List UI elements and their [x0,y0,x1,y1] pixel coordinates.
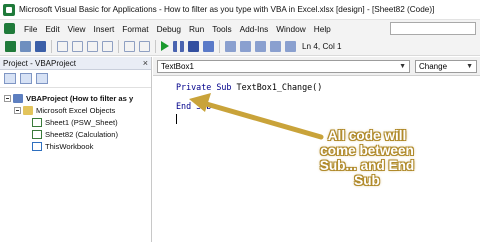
procedure-dropdown[interactable]: Change ▼ [415,59,477,73]
menu-insert[interactable]: Insert [90,24,119,34]
code-editor[interactable]: Private Sub TextBox1_Change() End Sub [153,76,480,242]
keyword-sub: Sub [216,82,232,92]
tree-node-label: Sheet82 (Calculation) [45,129,119,139]
undo-icon[interactable] [124,40,135,52]
run-icon[interactable] [161,41,169,51]
project-explorer-pane: Project - VBAProject × VBAProject (How t… [0,57,152,242]
copy-icon[interactable] [72,40,83,52]
tree-node-thisworkbook[interactable]: ThisWorkbook [0,140,151,152]
menu-view[interactable]: View [64,24,90,34]
code-line-1: Private Sub TextBox1_Change() [176,82,480,93]
project-tree: VBAProject (How to filter as y Microsoft… [0,88,151,152]
toolbar-separator [118,39,119,53]
menu-debug[interactable]: Debug [153,24,185,34]
menu-edit[interactable]: Edit [41,24,63,34]
menu-format[interactable]: Format [118,24,152,34]
collapse-icon[interactable] [4,94,11,102]
tree-node-sheet82[interactable]: Sheet82 (Calculation) [0,128,151,140]
chevron-down-icon[interactable]: ▼ [399,63,406,70]
tree-node-folder[interactable]: Microsoft Excel Objects [0,104,151,116]
menu-help[interactable]: Help [310,24,335,34]
properties-window-icon[interactable] [240,40,251,52]
collapse-icon[interactable] [14,106,21,114]
redo-icon[interactable] [139,40,150,52]
folder-icon [23,105,33,115]
toolbox-icon[interactable] [270,40,281,52]
workbook-icon [32,141,42,151]
toggle-folders-icon[interactable] [36,73,48,84]
break-icon[interactable] [173,40,184,52]
paste-icon[interactable] [87,40,98,52]
help-search-input[interactable] [390,22,476,35]
tree-node-label: VBAProject (How to filter as y [26,93,134,103]
menu-file[interactable]: File [20,24,41,34]
standard-toolbar: Ln 4, Col 1 [0,37,480,56]
view-excel-icon[interactable] [5,40,16,52]
reset-icon[interactable] [188,40,199,52]
text-caret [176,114,177,124]
close-icon[interactable]: × [143,58,148,68]
tree-node-label: Sheet1 (PSW_Sheet) [45,117,118,127]
tree-node-project[interactable]: VBAProject (How to filter as y [0,92,151,104]
procedure-dropdown-value: Change [419,61,448,71]
project-pane-title: Project - VBAProject [3,58,76,68]
excel-app-icon [3,3,15,16]
keyword-private: Private [176,82,212,92]
tree-node-label: ThisWorkbook [45,141,94,151]
menu-run[interactable]: Run [185,24,208,34]
menu-tools[interactable]: Tools [208,24,235,34]
view-object-icon[interactable] [20,73,32,84]
code-line-2: End Sub [176,101,480,112]
chevron-down-icon[interactable]: ▼ [466,63,473,70]
tree-node-sheet1[interactable]: Sheet1 (PSW_Sheet) [0,116,151,128]
menu-add-ins[interactable]: Add-Ins [236,24,273,34]
excel-menu-icon[interactable] [4,23,15,34]
worksheet-icon [32,117,42,127]
cut-icon[interactable] [57,40,68,52]
toolbar-separator [219,39,220,53]
toolbar-separator [155,39,156,53]
menu-bar: File Edit View Insert Format Debug Run T… [0,20,480,37]
view-code-icon[interactable] [4,73,16,84]
procedure-signature: TextBox1_Change() [231,82,323,92]
design-mode-icon[interactable] [203,40,214,52]
window-title: Microsoft Visual Basic for Applications … [19,5,435,14]
menu-window[interactable]: Window [272,24,310,34]
find-icon[interactable] [102,40,113,52]
code-window: TextBox1 ▼ Change ▼ Private Sub TextBox1… [153,57,480,242]
object-dropdown[interactable]: TextBox1 ▼ [157,59,410,73]
cursor-position: Ln 4, Col 1 [302,41,342,51]
toolbar-separator [51,39,52,53]
save-icon[interactable] [35,40,46,52]
project-pane-header: Project - VBAProject × [0,57,151,70]
help-icon[interactable] [285,40,296,52]
project-explorer-icon[interactable] [225,40,236,52]
vba-project-icon [13,93,23,103]
project-pane-toolbar [0,70,151,88]
keyword-end-sub: End Sub [176,101,212,111]
title-bar: Microsoft Visual Basic for Applications … [0,0,480,20]
insert-module-icon[interactable] [20,40,31,52]
tree-node-label: Microsoft Excel Objects [36,105,116,115]
callout-text: All code will come between Sub... and En… [319,128,415,188]
worksheet-icon [32,129,42,139]
object-browser-icon[interactable] [255,40,266,52]
object-dropdown-value: TextBox1 [161,61,194,71]
code-dropdown-bar: TextBox1 ▼ Change ▼ [153,57,480,76]
